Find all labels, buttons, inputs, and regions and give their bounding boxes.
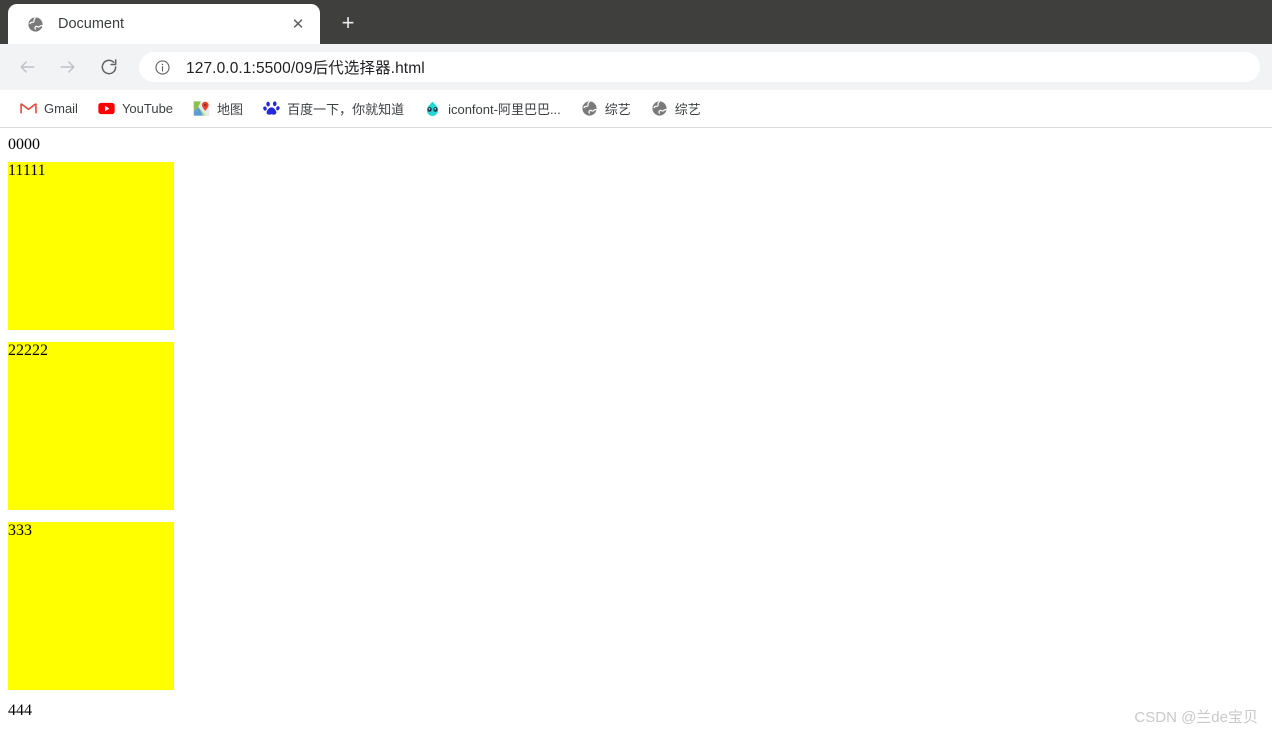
bookmark-youtube[interactable]: YouTube [90,96,181,122]
intro-text: 0000 [8,136,40,153]
bookmark-label: Gmail [44,101,78,116]
bookmark-maps[interactable]: 地图 [185,96,251,122]
info-circle-icon[interactable] [153,58,171,76]
bookmark-iconfont[interactable]: iconfont-阿里巴巴... [416,96,569,122]
globe-icon [26,15,44,33]
youtube-icon [98,100,115,117]
outro-text: 444 [8,702,32,719]
browser-window: Document ✕ + 127.0.0.1:5500/09后代选择器.html… [0,0,1272,735]
bookmark-label: 综艺 [604,102,631,117]
yellow-box-3: 333 [8,522,174,690]
bookmark-label: YouTube [121,101,174,116]
browser-toolbar: 127.0.0.1:5500/09后代选择器.html [0,44,1272,90]
bookmark-label: 地图 [217,102,244,117]
gmail-icon [20,100,37,117]
bookmark-label: iconfont-阿里巴巴... [448,102,561,117]
yellow-box-2: 22222 [8,342,174,510]
yellow-box-1: 11111 [8,162,174,330]
forward-icon[interactable] [53,52,83,82]
bookmark-zongyi-2[interactable]: 综艺 [643,96,709,122]
close-icon[interactable]: ✕ [286,12,310,36]
iconfont-icon [424,100,441,117]
box-label: 333 [8,522,32,539]
reload-icon[interactable] [94,52,124,82]
globe-icon [581,100,598,117]
bookmark-zongyi-1[interactable]: 综艺 [573,96,639,122]
tab-strip: Document ✕ + [0,0,1272,44]
csdn-watermark: CSDN @兰de宝贝 [1134,709,1258,726]
box-label: 11111 [8,162,46,179]
address-bar[interactable]: 127.0.0.1:5500/09后代选择器.html [139,52,1260,82]
bookmarks-bar: Gmail YouTube 地图 百度一下，你就知道 iconfont-阿里巴巴… [0,90,1272,128]
new-tab-button[interactable]: + [330,5,366,41]
page-viewport: 0000 11111 22222 333 444 CSDN @兰de宝贝 [0,128,1272,735]
baidu-icon [263,100,280,117]
bookmark-label: 综艺 [674,102,701,117]
box-label: 22222 [8,342,48,359]
url-text[interactable]: 127.0.0.1:5500/09后代选择器.html [186,56,425,78]
bookmark-baidu[interactable]: 百度一下，你就知道 [255,96,412,122]
bookmark-label: 百度一下，你就知道 [287,102,405,117]
back-icon[interactable] [12,52,42,82]
tab-document[interactable]: Document ✕ [8,4,320,44]
tab-title: Document [58,16,125,32]
google-maps-icon [193,100,210,117]
globe-icon [651,100,668,117]
bookmark-gmail[interactable]: Gmail [12,96,86,122]
